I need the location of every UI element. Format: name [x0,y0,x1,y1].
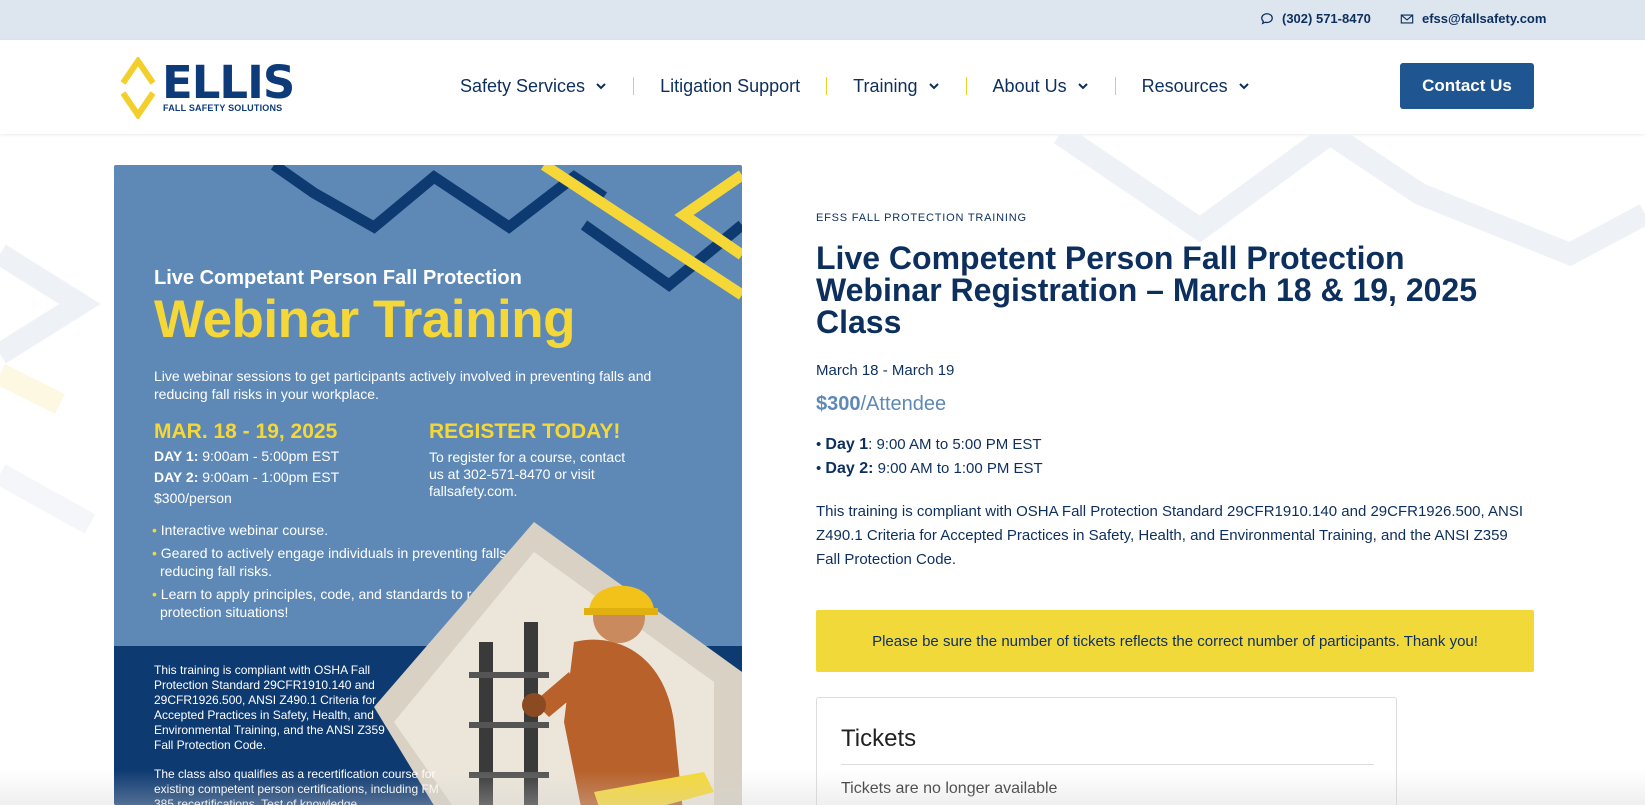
nav-divider [826,77,828,95]
nav-about-us[interactable]: About Us [993,76,1089,97]
phone-number: (302) 571-8470 [1282,11,1371,26]
tickets-unavailable-message: Tickets are no longer available [841,780,1058,797]
day1-label: Day 1 [825,436,869,453]
nav-label: Safety Services [460,75,586,96]
flyer-day2-label: DAY 2: [154,469,199,485]
contact-us-button[interactable]: Contact Us [1400,63,1534,109]
day2-time: 9:00 AM to 1:00 PM EST [873,460,1043,477]
flyer-intro: Live webinar sessions to get participant… [154,368,652,402]
tickets-panel: Tickets Tickets are no longer available [816,697,1397,805]
top-utility-bar: (302) 571-8470 efss@fallsafety.com [0,0,1645,40]
event-category: EFSS FALL PROTECTION TRAINING [816,212,1027,224]
nav-divider [965,77,967,95]
nav-label: About Us [992,75,1067,96]
chat-bubble-icon [1261,12,1273,24]
nav-label: Resources [1141,75,1228,96]
event-day1: • Day 1: 9:00 AM to 5:00 PM EST [816,436,1042,453]
event-title: Live Competent Person Fall Protection We… [816,240,1477,340]
logo-wordmark: ELLIS [162,56,295,109]
chevron-down-icon [596,83,606,90]
nav-label: Training [853,75,918,96]
ticket-notice-banner: Please be sure the number of tickets ref… [816,610,1534,672]
price-amount: $300 [816,393,861,415]
nav-litigation-support[interactable]: Litigation Support [660,76,800,97]
logo-chevron-mark [120,57,156,119]
nav-divider [1114,77,1116,95]
event-price: $300/Attendee [816,393,946,416]
flyer-day1: DAY 1: 9:00am - 5:00pm EST [154,448,339,464]
phone-link[interactable]: (302) 571-8470 [1260,11,1371,26]
nav-resources[interactable]: Resources [1142,76,1250,97]
worker-climbing-photo [374,522,742,805]
chevron-down-icon [1238,83,1249,90]
email-address: efss@fallsafety.com [1422,11,1547,26]
flyer-register-text: To register for a course, contact us at … [429,449,626,499]
event-day2: • Day 2: 9:00 AM to 1:00 PM EST [816,460,1043,477]
nav-training[interactable]: Training [853,76,939,97]
flyer-day1-time: 9:00am - 5:00pm EST [202,448,340,464]
nav-safety-services[interactable]: Safety Services [460,76,607,97]
flyer-price: $300/person [154,490,232,506]
flyer-recert-text: The class also qualifies as a recertific… [154,767,439,805]
flyer-title: Live Competant Person Fall Protection [154,267,522,289]
tickets-divider [841,764,1374,765]
flyer-date: MAR. 18 - 19, 2025 [154,420,338,443]
flyer-heading: Webinar Training [154,290,575,349]
event-compliance-text: This training is compliant with OSHA Fal… [816,503,1524,568]
flyer-register-heading: REGISTER TODAY! [429,420,621,443]
main-nav: Safety Services Litigation Support Train… [460,73,1250,99]
day2-label: Day 2: [825,460,874,477]
tickets-heading: Tickets [841,725,917,752]
nav-label: Litigation Support [660,75,801,96]
ellis-logo[interactable]: ELLIS FALL SAFETY SOLUTIONS [120,57,295,119]
webinar-flyer-image: Live Competant Person Fall Protection We… [114,165,742,805]
logo-tagline: FALL SAFETY SOLUTIONS [163,103,283,113]
flyer-day2-time: 9:00am - 1:00pm EST [202,469,340,485]
flyer-day2: DAY 2: 9:00am - 1:00pm EST [154,469,339,485]
site-header: ELLIS FALL SAFETY SOLUTIONS Safety Servi… [0,40,1645,134]
flyer-compliance-text: This training is compliant with OSHA Fal… [154,663,385,752]
flyer-day1-label: DAY 1: [154,448,199,464]
nav-divider [633,77,635,95]
envelope-icon [1400,13,1414,24]
price-unit: /Attendee [860,393,947,415]
chevron-down-icon [928,83,939,90]
email-link[interactable]: efss@fallsafety.com [1400,11,1546,26]
day1-time: : 9:00 AM to 5:00 PM EST [868,436,1042,453]
chevron-down-icon [1077,83,1088,90]
event-dates: March 18 - March 19 [816,362,955,379]
